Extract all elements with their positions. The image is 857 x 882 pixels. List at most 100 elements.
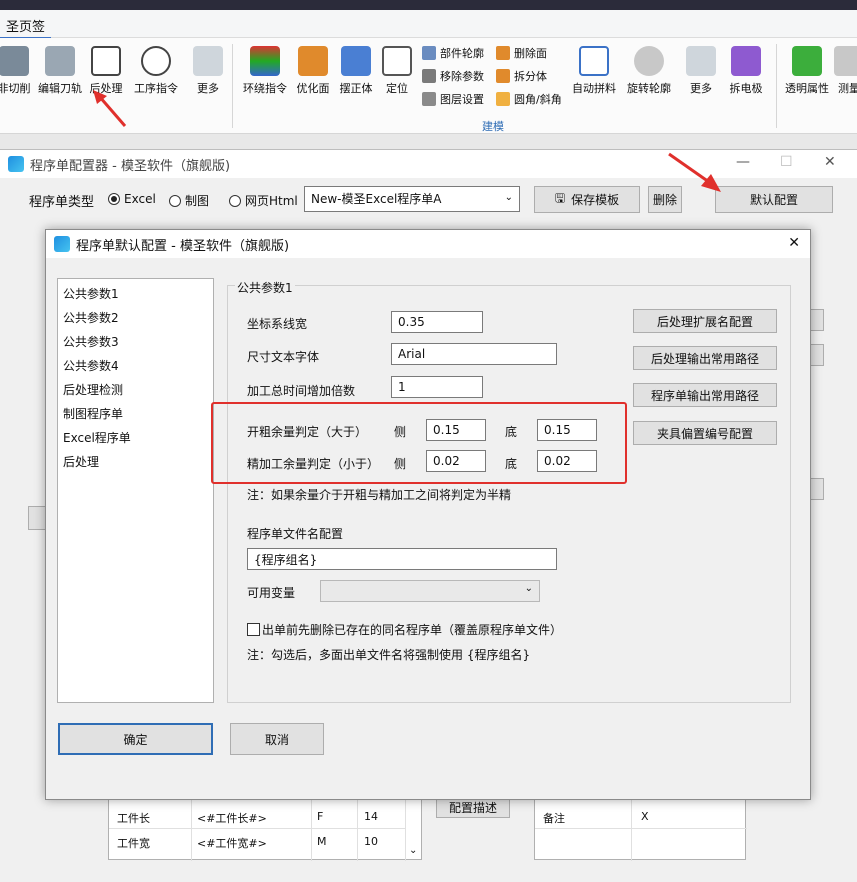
- nav-item-public4[interactable]: 公共参数4: [63, 357, 119, 374]
- default-config-button[interactable]: 默认配置: [715, 186, 833, 213]
- row-divider: [109, 828, 405, 829]
- default-config-dialog: 程序单默认配置 - 模圣软件（旗舰版) ✕ 公共参数1 公共参数2 公共参数3 …: [45, 229, 811, 800]
- nav-item-drawing-sheet[interactable]: 制图程序单: [63, 405, 123, 422]
- side-button-3[interactable]: [810, 478, 824, 500]
- finish-side-input[interactable]: 0.02: [426, 450, 486, 472]
- more-button-1[interactable]: 更多: [190, 46, 226, 96]
- more-button-2[interactable]: 更多: [684, 46, 718, 96]
- maximize-icon[interactable]: ☐: [780, 154, 793, 170]
- ribbon: 非切削 编辑刀轨 后处理 工序指令 更多 环绕指令 优化面 摆正体 定位 部件轮…: [0, 38, 857, 134]
- finish-bottom-label: 底: [505, 457, 518, 471]
- axes-icon: [341, 46, 371, 76]
- finish-bottom-input[interactable]: 0.02: [537, 450, 597, 472]
- close-icon[interactable]: ✕: [788, 235, 800, 251]
- table-cell: <#工件宽#>: [197, 837, 267, 850]
- non-cutting-icon: [0, 46, 29, 76]
- modeling-group-label: 建模: [482, 120, 504, 133]
- ok-button[interactable]: 确定: [58, 723, 213, 755]
- save-template-button[interactable]: 🖫 保存模板: [534, 186, 640, 213]
- settings-nav-list: 公共参数1 公共参数2 公共参数3 公共参数4 后处理检测 制图程序单 Exce…: [57, 278, 214, 703]
- nav-item-post-check[interactable]: 后处理检测: [63, 381, 123, 398]
- postprocess-button[interactable]: 后处理: [86, 46, 126, 96]
- post-output-path-button[interactable]: 后处理输出常用路径: [633, 346, 777, 370]
- app-title-strip: [0, 0, 857, 10]
- ribbon-tab[interactable]: 圣页签: [0, 14, 52, 39]
- variables-select[interactable]: ⌄: [320, 580, 540, 602]
- rough-side-input[interactable]: 0.15: [426, 419, 486, 441]
- checkbox-box[interactable]: [247, 623, 260, 636]
- sheet-type-label: 程序单类型: [29, 195, 95, 210]
- align-body-button[interactable]: 摆正体: [336, 46, 376, 96]
- rotate-outline-button[interactable]: 旋转轮廓: [624, 46, 674, 96]
- fillet-chamfer-button[interactable]: 圆角/斜角: [496, 91, 562, 107]
- table-cell: 备注: [543, 812, 565, 825]
- nav-item-excel-sheet[interactable]: Excel程序单: [63, 429, 131, 446]
- col-divider: [311, 791, 312, 861]
- measure-button[interactable]: 测量: [834, 46, 857, 96]
- time-multiplier-input[interactable]: 1: [391, 376, 483, 398]
- nav-item-public3[interactable]: 公共参数3: [63, 333, 119, 350]
- close-icon[interactable]: ✕: [824, 154, 836, 170]
- side-button-2[interactable]: [810, 344, 824, 366]
- transparency-button[interactable]: 透明属性: [782, 46, 832, 96]
- filename-input[interactable]: {程序组名}: [247, 548, 557, 570]
- split-electrode-button[interactable]: 拆电极: [724, 46, 768, 96]
- traffic-icon: [250, 46, 280, 76]
- finish-stock-label: 精加工余量判定（小于）: [247, 457, 380, 471]
- row-divider: [535, 828, 747, 829]
- surround-command-button[interactable]: 环绕指令: [240, 46, 290, 96]
- table-cell: M: [317, 835, 327, 848]
- semi-finish-note: 注：如果余量介于开粗与精加工之间将判定为半精: [247, 488, 512, 502]
- edit-toolpath-button[interactable]: 编辑刀轨: [36, 46, 84, 96]
- outer-titlebar: 程序单配置器 - 模圣软件（旗舰版): [0, 150, 857, 178]
- rough-bottom-label: 底: [505, 425, 518, 439]
- scroll-down-icon[interactable]: ⌄: [409, 845, 417, 856]
- col-divider: [631, 791, 632, 861]
- check-circle-icon: [141, 46, 171, 76]
- nav-item-public1[interactable]: 公共参数1: [63, 285, 119, 302]
- non-cutting-button[interactable]: 非切削: [0, 46, 36, 96]
- operation-command-button[interactable]: 工序指令: [132, 46, 180, 96]
- chevron-down-icon: ⌄: [504, 192, 513, 203]
- minimize-icon[interactable]: —: [736, 154, 750, 170]
- table-cell: F: [317, 810, 324, 823]
- layer-settings-button[interactable]: 图层设置: [422, 91, 484, 107]
- rough-side-label: 侧: [394, 425, 407, 439]
- position-button[interactable]: 定位: [380, 46, 414, 96]
- table-cell: 14: [364, 810, 378, 823]
- rotate-icon: [634, 46, 664, 76]
- delete-face-button[interactable]: 删除面: [496, 45, 547, 61]
- outline-icon: [422, 46, 436, 60]
- cancel-button[interactable]: 取消: [230, 723, 324, 755]
- optimize-face-button[interactable]: 优化面: [294, 46, 332, 96]
- nav-item-postprocess[interactable]: 后处理: [63, 453, 99, 470]
- template-select[interactable]: New-模圣Excel程序单A ⌄: [304, 186, 520, 212]
- fixture-offset-config-button[interactable]: 夹具偏置编号配置: [633, 421, 777, 445]
- font-input[interactable]: Arial: [391, 343, 557, 365]
- more-icon: [193, 46, 223, 76]
- table-cell: X: [641, 810, 649, 823]
- side-button-1[interactable]: [810, 309, 824, 331]
- measure-icon: [834, 46, 857, 76]
- electrode-icon: [731, 46, 761, 76]
- auto-stock-button[interactable]: 自动拼料: [570, 46, 618, 96]
- delete-existing-checkbox[interactable]: 出单前先删除已存在的同名程序单（覆盖原程序单文件）: [247, 621, 562, 638]
- radio-html[interactable]: 网页Html: [229, 192, 298, 209]
- post-ext-config-button[interactable]: 后处理扩展名配置: [633, 309, 777, 333]
- part-outline-button[interactable]: 部件轮廓: [422, 45, 484, 61]
- sheet-output-path-button[interactable]: 程序单输出常用路径: [633, 383, 777, 407]
- split-body-button[interactable]: 拆分体: [496, 68, 547, 84]
- radio-drawing[interactable]: 制图: [169, 192, 209, 209]
- radio-dot: [169, 194, 181, 207]
- coord-width-input[interactable]: 0.35: [391, 311, 483, 333]
- delete-button[interactable]: 删除: [648, 186, 682, 213]
- layers-icon: [422, 92, 436, 106]
- remove-params-button[interactable]: 移除参数: [422, 68, 484, 84]
- time-multiplier-label: 加工总时间增加倍数: [247, 384, 356, 398]
- dialog-titlebar: 程序单默认配置 - 模圣软件（旗舰版) ✕: [46, 230, 810, 258]
- app-logo-icon: [54, 236, 70, 252]
- side-button-left[interactable]: [28, 506, 46, 530]
- rough-bottom-input[interactable]: 0.15: [537, 419, 597, 441]
- nav-item-public2[interactable]: 公共参数2: [63, 309, 119, 326]
- radio-excel[interactable]: Excel: [108, 192, 156, 206]
